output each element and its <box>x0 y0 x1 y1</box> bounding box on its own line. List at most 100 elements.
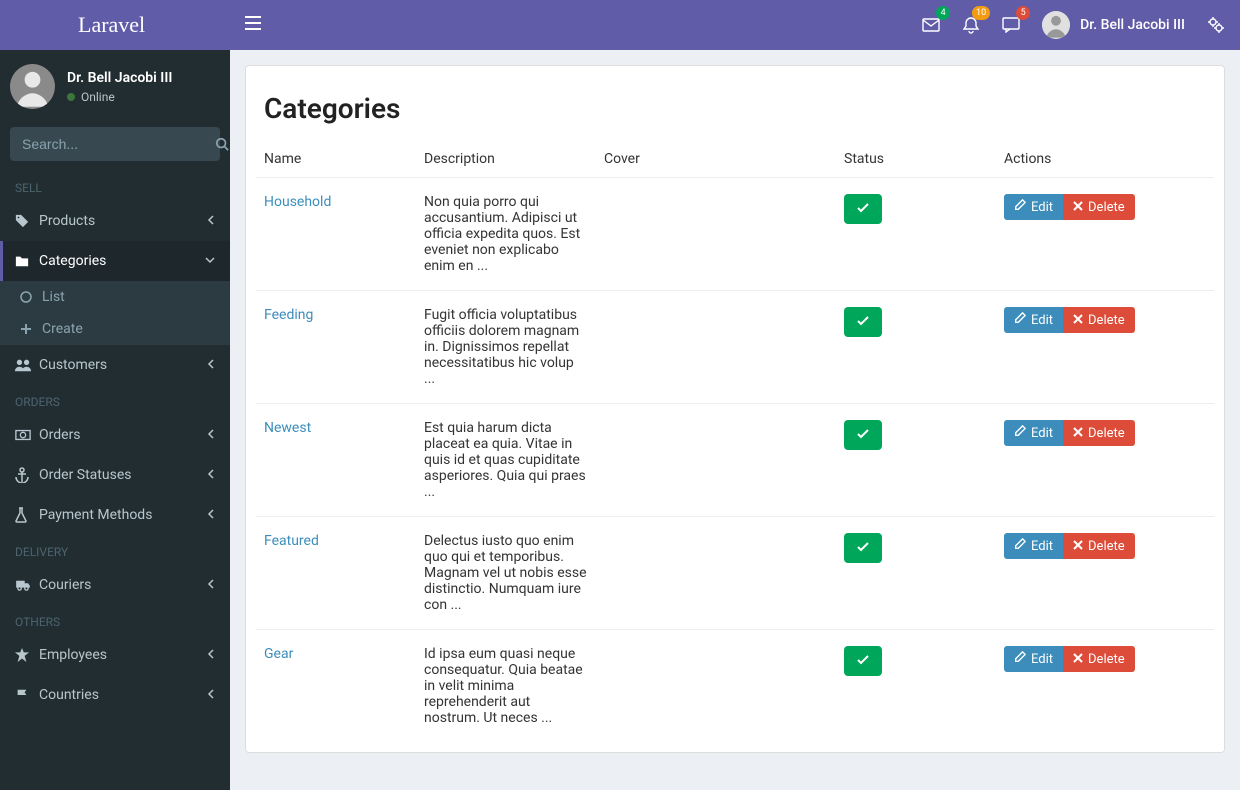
th-cover: Cover <box>596 141 836 178</box>
category-description: Est quia harum dicta placeat ea quia. Vi… <box>416 404 596 517</box>
chevron-left-icon <box>207 579 215 592</box>
sidebar-item-label: Orders <box>39 427 207 443</box>
notifications-badge: 10 <box>972 6 990 20</box>
categories-table: Name Description Cover Status Actions Ho… <box>256 141 1214 742</box>
check-icon <box>857 201 869 217</box>
sidebar-subitem-list[interactable]: List <box>0 281 230 313</box>
category-link[interactable]: Newest <box>264 420 311 436</box>
sidebar-item-label: Categories <box>39 253 205 269</box>
sidebar-item-couriers[interactable]: Couriers <box>0 565 230 605</box>
sidebar-subitem-label: List <box>42 289 65 305</box>
sidebar-header: DELIVERY <box>0 535 230 565</box>
edit-button[interactable]: Edit <box>1004 420 1063 446</box>
edit-label: Edit <box>1031 652 1053 667</box>
mail-button[interactable]: 4 <box>922 16 940 34</box>
page-title: Categories <box>264 92 1206 125</box>
sidebar-item-label: Payment Methods <box>39 507 207 523</box>
sidebar-item-countries[interactable]: Countries <box>0 675 230 715</box>
sidebar-header: ORDERS <box>0 385 230 415</box>
settings-button[interactable] <box>1207 16 1225 34</box>
sidebar-item-employees[interactable]: Employees <box>0 635 230 675</box>
category-link[interactable]: Gear <box>264 646 293 662</box>
truck-icon <box>15 579 39 591</box>
topbar: 4 10 5 Dr. Bell Jacobi III <box>230 0 1240 50</box>
category-cover <box>596 291 836 404</box>
content-box: Categories Name Description Cover Status… <box>245 65 1225 753</box>
delete-label: Delete <box>1088 426 1125 441</box>
category-description: Non quia porro qui accusantium. Adipisci… <box>416 178 596 291</box>
topbar-user[interactable]: Dr. Bell Jacobi III <box>1042 11 1185 39</box>
delete-label: Delete <box>1088 652 1125 667</box>
chevron-left-icon <box>207 649 215 662</box>
sidebar-subitem-create[interactable]: Create <box>0 313 230 345</box>
sidebar-toggle[interactable] <box>245 16 261 34</box>
edit-icon <box>1014 199 1026 215</box>
search-button[interactable] <box>215 127 229 161</box>
table-row: FeedingFugit officia voluptatibus offici… <box>256 291 1214 404</box>
edit-icon <box>1014 312 1026 328</box>
sidebar-item-label: Couriers <box>39 577 207 593</box>
topbar-avatar <box>1042 11 1070 39</box>
sidebar-item-label: Employees <box>39 647 207 663</box>
sidebar-item-orders[interactable]: Orders <box>0 415 230 455</box>
th-name: Name <box>256 141 416 178</box>
sidebar-item-products[interactable]: Products <box>0 201 230 241</box>
chat-button[interactable]: 5 <box>1002 16 1020 34</box>
delete-button[interactable]: Delete <box>1063 646 1135 672</box>
th-description: Description <box>416 141 596 178</box>
edit-button[interactable]: Edit <box>1004 533 1063 559</box>
sidebar-item-label: Countries <box>39 687 207 703</box>
sidebar-item-label: Products <box>39 213 207 229</box>
flask-icon <box>15 507 39 523</box>
star-icon <box>15 648 39 662</box>
edit-button[interactable]: Edit <box>1004 194 1063 220</box>
delete-button[interactable]: Delete <box>1063 307 1135 333</box>
user-avatar[interactable] <box>10 64 55 109</box>
status-badge <box>844 307 882 337</box>
edit-icon <box>1014 651 1026 667</box>
gears-icon <box>1207 16 1225 34</box>
th-actions: Actions <box>996 141 1214 178</box>
category-cover <box>596 178 836 291</box>
chevron-left-icon <box>207 689 215 702</box>
money-icon <box>15 429 39 441</box>
row-actions: EditDelete <box>1004 307 1135 333</box>
row-actions: Edit Delete <box>1004 646 1135 672</box>
category-link[interactable]: Feeding <box>264 307 313 323</box>
sidebar-item-order-statuses[interactable]: Order Statuses <box>0 455 230 495</box>
delete-button[interactable]: Delete <box>1063 194 1135 220</box>
edit-button[interactable]: Edit <box>1004 307 1063 333</box>
edit-button[interactable]: Edit <box>1004 646 1063 672</box>
search-input[interactable] <box>10 127 215 161</box>
sidebar-item-categories[interactable]: Categories <box>0 241 230 281</box>
times-icon <box>1073 313 1083 328</box>
chevron-left-icon <box>207 429 215 442</box>
submenu-categories: List Create <box>0 281 230 345</box>
status-badge <box>844 646 882 676</box>
main-content: Categories Name Description Cover Status… <box>230 50 1240 768</box>
edit-icon <box>1014 425 1026 441</box>
delete-button[interactable]: Delete <box>1063 533 1135 559</box>
bars-icon <box>245 16 261 30</box>
brand-logo[interactable]: Laravel <box>0 0 230 50</box>
category-cover <box>596 517 836 630</box>
chevron-left-icon <box>207 469 215 482</box>
edit-label: Edit <box>1031 539 1053 554</box>
anchor-icon <box>15 467 39 483</box>
sidebar-subitem-label: Create <box>42 321 83 337</box>
category-link[interactable]: Household <box>264 194 331 210</box>
sidebar-search <box>10 127 220 161</box>
status-badge <box>844 420 882 450</box>
row-actions: Edit Delete <box>1004 420 1135 446</box>
sidebar-item-payment-methods[interactable]: Payment Methods <box>0 495 230 535</box>
online-dot-icon <box>67 93 75 101</box>
delete-button[interactable]: Delete <box>1063 420 1135 446</box>
category-cover <box>596 630 836 743</box>
times-icon <box>1073 200 1083 215</box>
check-icon <box>857 653 869 669</box>
tag-icon <box>15 214 39 228</box>
sidebar-item-customers[interactable]: Customers <box>0 345 230 385</box>
table-row: Newest Est quia harum dicta placeat ea qu… <box>256 404 1214 517</box>
notifications-button[interactable]: 10 <box>962 16 980 34</box>
category-link[interactable]: Featured <box>264 533 319 549</box>
